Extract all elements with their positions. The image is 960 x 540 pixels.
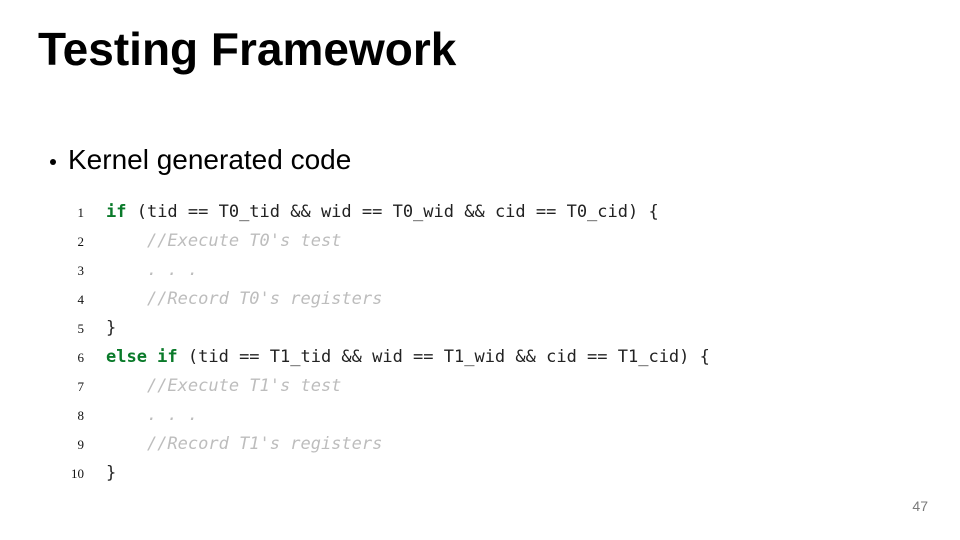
code-line: 5} [48,314,710,343]
code-content: } [106,314,116,342]
line-number: 8 [48,402,84,430]
line-number: 3 [48,257,84,285]
line-number: 10 [48,460,84,488]
line-number: 2 [48,228,84,256]
code-content: //Record T1's registers [106,430,382,458]
code-line: 2 //Execute T0's test [48,227,710,256]
bullet-row: Kernel generated code [50,144,351,176]
line-number: 7 [48,373,84,401]
line-number: 6 [48,344,84,372]
bullet-dot-icon [50,159,56,165]
code-content: //Execute T0's test [106,227,341,255]
slide: Testing Framework Kernel generated code … [0,0,960,540]
code-content: //Record T0's registers [106,285,382,313]
line-number: 4 [48,286,84,314]
line-number: 5 [48,315,84,343]
line-number: 1 [48,199,84,227]
bullet-text: Kernel generated code [68,144,351,176]
page-number: 47 [912,498,928,514]
code-content: . . . [106,256,198,284]
code-content: else if (tid == T1_tid && wid == T1_wid … [106,343,710,371]
code-line: 8 . . . [48,401,710,430]
code-line: 7 //Execute T1's test [48,372,710,401]
code-content: //Execute T1's test [106,372,341,400]
code-line: 3 . . . [48,256,710,285]
code-line: 6 else if (tid == T1_tid && wid == T1_wid… [48,343,710,372]
slide-title: Testing Framework [38,22,456,76]
code-block: 1 if (tid == T0_tid && wid == T0_wid && c… [48,198,710,488]
code-line: 4 //Record T0's registers [48,285,710,314]
line-number: 9 [48,431,84,459]
code-content: } [106,459,116,487]
code-line: 9 //Record T1's registers [48,430,710,459]
code-content: . . . [106,401,198,429]
code-line: 1 if (tid == T0_tid && wid == T0_wid && c… [48,198,710,227]
code-line: 10} [48,459,710,488]
code-content: if (tid == T0_tid && wid == T0_wid && ci… [106,198,659,226]
